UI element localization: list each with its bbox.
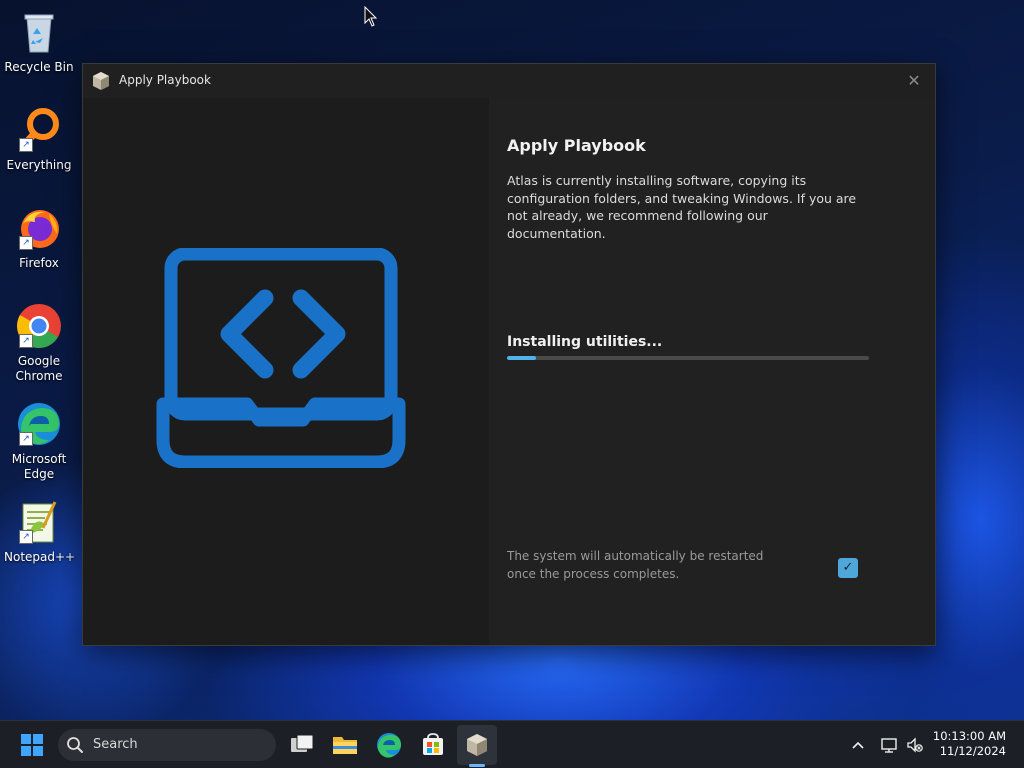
desktop-icon-notepadpp[interactable]: ↗ Notepad++ xyxy=(4,498,76,565)
close-button[interactable]: ✕ xyxy=(899,68,929,94)
desktop-icon-label: Recycle Bin xyxy=(4,60,74,74)
volume-button[interactable] xyxy=(905,735,925,755)
store-button[interactable] xyxy=(413,725,453,765)
store-icon xyxy=(423,733,443,755)
restart-checkbox[interactable]: ✓ xyxy=(838,558,858,578)
page-title: Apply Playbook xyxy=(507,136,646,155)
file-explorer-button[interactable] xyxy=(325,725,365,765)
window-title: Apply Playbook xyxy=(119,73,211,87)
network-button[interactable] xyxy=(879,735,899,755)
desktop-icon-label: Firefox xyxy=(19,256,59,270)
desktop-icon-label: Microsoft Edge xyxy=(11,452,67,481)
shortcut-arrow-icon: ↗ xyxy=(19,432,33,446)
recycle-bin-icon xyxy=(15,8,63,56)
title-bar[interactable]: Apply Playbook ✕ xyxy=(83,64,935,98)
taskbar: Search 10:13:00 AM 11/12/2024 xyxy=(0,720,1024,768)
task-view-icon xyxy=(291,734,314,752)
progress-status: Installing utilities... xyxy=(507,334,663,350)
folder-icon xyxy=(333,737,357,754)
active-app-indicator xyxy=(469,764,485,767)
search-placeholder: Search xyxy=(93,737,138,752)
desktop-icon-microsoft-edge[interactable]: ↗ Microsoft Edge xyxy=(4,400,74,482)
chrome-icon: ↗ xyxy=(15,302,63,350)
restart-note: The system will automatically be restart… xyxy=(507,549,764,581)
desktop-icon-everything[interactable]: ↗ Everything xyxy=(4,106,74,173)
desktop-icon-google-chrome[interactable]: ↗ Google Chrome xyxy=(4,302,74,384)
start-button[interactable] xyxy=(12,725,52,765)
illustration-panel xyxy=(83,98,489,645)
task-view-button[interactable] xyxy=(281,725,321,765)
everything-icon: ↗ xyxy=(15,106,63,154)
desktop-icon-label: Google Chrome xyxy=(15,354,63,383)
atlas-app-icon xyxy=(91,71,111,91)
atlas-taskbar-button[interactable] xyxy=(457,725,497,765)
desktop-icon-recycle-bin[interactable]: Recycle Bin xyxy=(4,8,74,75)
progress-bar xyxy=(507,356,869,360)
edge-icon xyxy=(377,733,401,758)
desktop-icon-firefox[interactable]: ↗ Firefox xyxy=(4,204,74,271)
edge-icon: ↗ xyxy=(15,400,63,448)
network-icon xyxy=(881,738,897,753)
window-content: Apply Playbook Atlas is currently instal… xyxy=(83,98,935,645)
laptop-code-icon xyxy=(155,247,407,469)
desktop-icon-label: Everything xyxy=(6,158,72,172)
desktop-icon-label: Notepad++ xyxy=(4,550,76,564)
shortcut-arrow-icon: ↗ xyxy=(19,138,33,152)
apply-playbook-window: Apply Playbook ✕ Apply Playbook Atlas is… xyxy=(82,63,936,646)
windows-logo-icon xyxy=(21,734,43,756)
taskbar-clock[interactable]: 10:13:00 AM 11/12/2024 xyxy=(933,729,1006,759)
taskbar-search[interactable]: Search xyxy=(58,729,276,761)
progress-bar-fill xyxy=(507,356,536,360)
atlas-app-icon xyxy=(467,734,487,756)
details-panel: Apply Playbook Atlas is currently instal… xyxy=(489,98,935,645)
checkmark-icon: ✓ xyxy=(842,560,854,575)
description-text: Atlas is currently installing software, … xyxy=(507,173,857,241)
firefox-icon: ↗ xyxy=(15,204,63,252)
shortcut-arrow-icon: ↗ xyxy=(19,236,33,250)
clock-date: 11/12/2024 xyxy=(939,744,1006,758)
volume-muted-icon xyxy=(907,737,923,753)
shortcut-arrow-icon: ↗ xyxy=(19,530,33,544)
chevron-up-icon xyxy=(852,741,864,749)
mouse-cursor-icon xyxy=(364,5,378,28)
show-hidden-icons-button[interactable] xyxy=(848,735,868,755)
clock-time: 10:13:00 AM xyxy=(932,729,1006,743)
notepadpp-icon: ↗ xyxy=(15,498,63,546)
edge-taskbar-button[interactable] xyxy=(369,725,409,765)
shortcut-arrow-icon: ↗ xyxy=(19,334,33,348)
search-icon xyxy=(66,736,84,754)
close-icon: ✕ xyxy=(907,71,921,90)
desktop: Recycle Bin ↗ Everything ↗ Firefox ↗ Goo… xyxy=(0,0,1024,768)
